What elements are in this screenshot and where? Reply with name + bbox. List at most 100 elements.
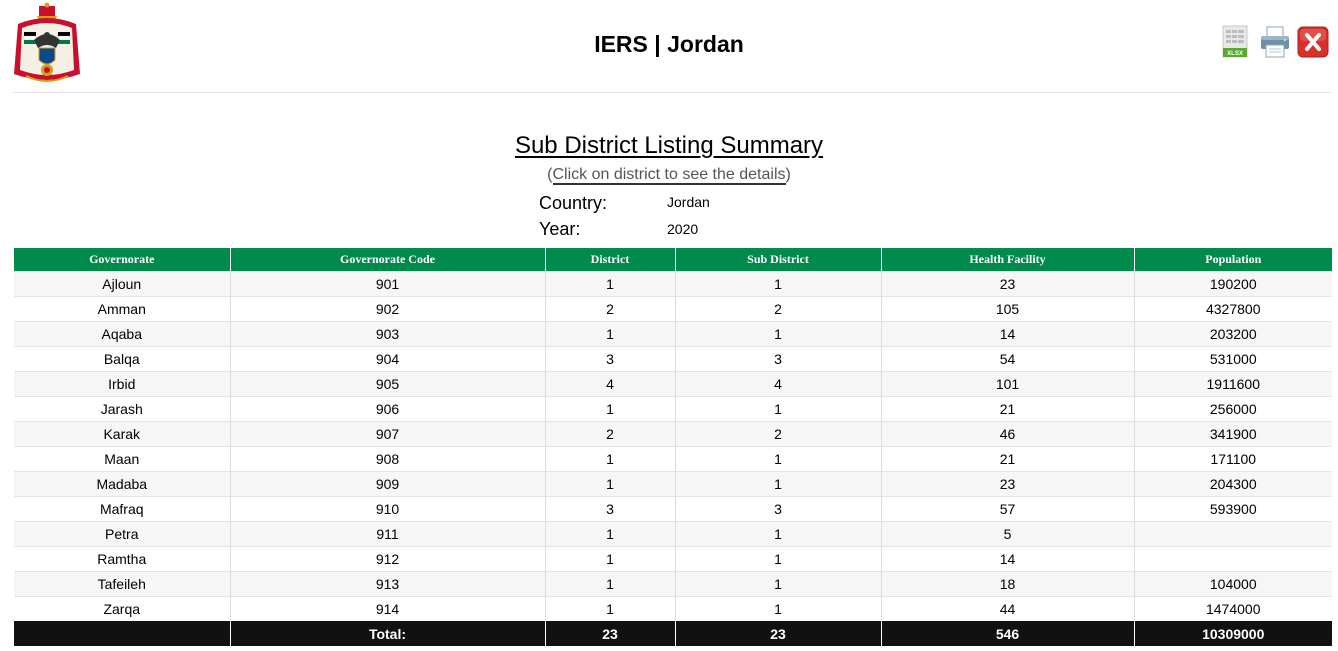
governorate-code-cell: 906 xyxy=(229,395,545,421)
governorate-cell[interactable]: Petra xyxy=(14,520,230,546)
sub-district-cell: 1 xyxy=(674,595,881,621)
governorate-cell[interactable]: Irbid xyxy=(14,370,230,396)
population-cell: 1474000 xyxy=(1133,595,1332,621)
year-label: Year: xyxy=(539,219,581,239)
total-population: 10309000 xyxy=(1133,621,1332,646)
governorate-cell[interactable]: Aqaba xyxy=(14,320,230,346)
governorate-cell[interactable]: Karak xyxy=(14,420,230,446)
district-cell: 1 xyxy=(544,595,675,621)
totals-label: Total: xyxy=(229,621,545,646)
table-row: Ajloun 901 1 1 23 190200 xyxy=(14,270,1332,296)
table-body: Ajloun 901 1 1 23 190200 Amman 902 2 2 105 4327800 A… xyxy=(14,270,1332,621)
population-cell: 4327800 xyxy=(1133,295,1332,321)
population-cell: 593900 xyxy=(1133,495,1332,521)
governorate-cell[interactable]: Jarash xyxy=(14,395,230,421)
column-header-district[interactable]: District xyxy=(544,248,675,271)
governorate-cell[interactable]: Madaba xyxy=(14,470,230,496)
health-facility-cell: 23 xyxy=(880,470,1134,496)
total-health-facility: 546 xyxy=(880,621,1134,646)
table-row: Zarqa 914 1 1 44 1474000 xyxy=(14,595,1332,621)
governorate-cell[interactable]: Amman xyxy=(14,295,230,321)
population-cell: 531000 xyxy=(1133,345,1332,371)
table-row: Karak 907 2 2 46 341900 xyxy=(14,420,1332,446)
population-cell xyxy=(1133,520,1332,546)
governorate-cell[interactable]: Balqa xyxy=(14,345,230,371)
district-cell: 1 xyxy=(544,520,675,546)
population-cell xyxy=(1133,545,1332,571)
governorate-cell[interactable]: Ajloun xyxy=(14,270,230,296)
health-facility-cell: 14 xyxy=(880,320,1134,346)
xlsx-file-icon: XLSX xyxy=(1222,25,1248,58)
page-title: Sub District Listing Summary xyxy=(0,132,1338,160)
column-header-governorate-code[interactable]: Governorate Code xyxy=(229,248,545,271)
governorate-code-cell: 908 xyxy=(229,445,545,471)
total-district: 23 xyxy=(544,621,675,646)
totals-row: Total: 23 23 546 10309000 xyxy=(14,621,1332,646)
health-facility-cell: 18 xyxy=(880,570,1134,596)
health-facility-cell: 57 xyxy=(880,495,1134,521)
population-cell: 341900 xyxy=(1133,420,1332,446)
governorate-code-cell: 907 xyxy=(229,420,545,446)
table-row: Maan 908 1 1 21 171100 xyxy=(14,445,1332,471)
app-header: IERS | Jordan XLSX xyxy=(0,0,1338,93)
sub-district-cell: 1 xyxy=(674,545,881,571)
column-header-sub-district[interactable]: Sub District xyxy=(674,248,881,271)
page-title-text: Sub District Listing Summary xyxy=(514,132,824,159)
column-header-population[interactable]: Population xyxy=(1133,248,1332,271)
district-cell: 2 xyxy=(544,295,675,321)
sub-district-cell: 1 xyxy=(674,270,881,296)
district-cell: 2 xyxy=(544,420,675,446)
health-facility-cell: 101 xyxy=(880,370,1134,396)
health-facility-cell: 14 xyxy=(880,545,1134,571)
district-cell: 4 xyxy=(544,370,675,396)
table-row: Amman 902 2 2 105 4327800 xyxy=(14,295,1332,321)
governorate-code-cell: 904 xyxy=(229,345,545,371)
app-title: IERS | Jordan xyxy=(594,31,744,57)
year-value: 2020 xyxy=(667,221,699,237)
district-cell: 3 xyxy=(544,345,675,371)
governorate-code-cell: 905 xyxy=(229,370,545,396)
column-header-health-facility[interactable]: Health Facility xyxy=(880,248,1134,271)
sub-district-cell: 2 xyxy=(674,420,881,446)
sub-district-cell: 3 xyxy=(674,495,881,521)
sub-district-cell: 1 xyxy=(674,320,881,346)
header-divider xyxy=(12,92,1332,93)
close-button[interactable] xyxy=(1297,25,1329,59)
governorate-cell[interactable]: Tafeileh xyxy=(14,570,230,596)
district-cell: 1 xyxy=(544,270,675,296)
subtitle-paren-open: ( xyxy=(547,166,553,183)
district-cell: 3 xyxy=(544,495,675,521)
table-row: Jarash 906 1 1 21 256000 xyxy=(14,395,1332,421)
print-button[interactable] xyxy=(1259,25,1291,59)
district-cell: 1 xyxy=(544,320,675,346)
sub-district-cell: 2 xyxy=(674,295,881,321)
population-cell: 104000 xyxy=(1133,570,1332,596)
governorate-cell[interactable]: Zarqa xyxy=(14,595,230,621)
export-xlsx-button[interactable]: XLSX xyxy=(1220,25,1252,59)
sub-district-cell: 4 xyxy=(674,370,881,396)
table-row: Ramtha 912 1 1 14 xyxy=(14,545,1332,571)
column-header-governorate[interactable]: Governorate xyxy=(14,248,230,271)
sub-district-cell: 1 xyxy=(674,570,881,596)
sub-district-cell: 1 xyxy=(674,395,881,421)
table-row: Irbid 905 4 4 101 1911600 xyxy=(14,370,1332,396)
health-facility-cell: 44 xyxy=(880,595,1134,621)
subtitle-paren-close: ) xyxy=(785,166,791,183)
printer-icon xyxy=(1261,26,1289,58)
governorate-code-cell: 903 xyxy=(229,320,545,346)
health-facility-cell: 21 xyxy=(880,395,1134,421)
table-row: Tafeileh 913 1 1 18 104000 xyxy=(14,570,1332,596)
governorate-cell[interactable]: Ramtha xyxy=(14,545,230,571)
district-cell: 1 xyxy=(544,570,675,596)
table-row: Mafraq 910 3 3 57 593900 xyxy=(14,495,1332,521)
district-cell: 1 xyxy=(544,395,675,421)
subtitle-link[interactable]: Click on district to see the details xyxy=(552,166,786,185)
sub-district-cell: 1 xyxy=(674,470,881,496)
governorate-cell[interactable]: Mafraq xyxy=(14,495,230,521)
health-facility-cell: 5 xyxy=(880,520,1134,546)
country-value: Jordan xyxy=(667,194,710,210)
governorate-cell[interactable]: Maan xyxy=(14,445,230,471)
governorate-code-cell: 910 xyxy=(229,495,545,521)
country-label: Country: xyxy=(539,193,608,213)
governorate-code-cell: 911 xyxy=(229,520,545,546)
